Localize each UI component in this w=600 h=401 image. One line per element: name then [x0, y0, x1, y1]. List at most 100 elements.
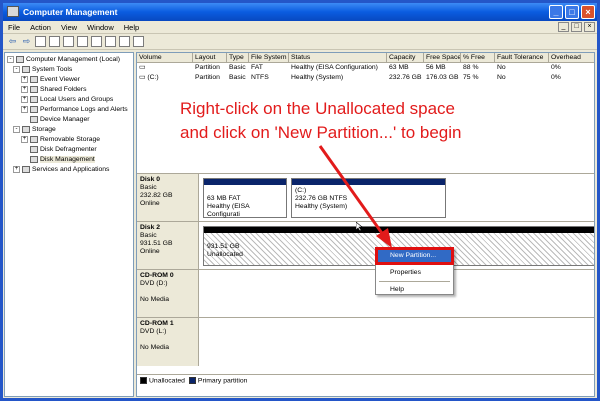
tree-node-icon [30, 155, 38, 163]
refresh-icon[interactable] [119, 36, 130, 47]
partition-status: Healthy (System) [295, 203, 348, 210]
tree-node[interactable]: + Performance Logs and Alerts [5, 105, 133, 115]
collapse-icon[interactable]: - [13, 125, 20, 133]
tree-node-label: Services and Applications [32, 166, 110, 173]
table-cell: Healthy (EISA Configuration) [291, 64, 378, 71]
menu-file[interactable]: File [3, 23, 25, 32]
col-layout[interactable]: Layout [193, 53, 227, 62]
col-volume[interactable]: Volume [137, 53, 193, 62]
collapse-icon[interactable]: - [13, 65, 20, 73]
expand-icon[interactable]: + [21, 95, 28, 103]
col-overhead[interactable]: Overhead [549, 53, 594, 62]
menu-help[interactable]: Help [119, 23, 144, 32]
back-arrow-icon[interactable]: ⇦ [7, 36, 18, 47]
properties-icon[interactable] [63, 36, 74, 47]
table-cell: No [497, 74, 506, 81]
disk-view-icon[interactable] [105, 36, 116, 47]
tree-node[interactable]: Disk Management [5, 155, 133, 165]
tree-node[interactable]: - Storage [5, 125, 133, 135]
window-title: Computer Management [23, 7, 118, 17]
disk-type: DVD (L:) [140, 328, 167, 335]
mdi-restore-button[interactable]: □ [571, 22, 582, 32]
col-percent-free[interactable]: % Free [461, 53, 495, 62]
col-free-space[interactable]: Free Space [424, 53, 461, 62]
disk-status: No Media [140, 344, 170, 351]
title-bar[interactable]: Computer Management _ □ × [3, 3, 597, 21]
table-cell: ▭ (C:) [139, 74, 159, 81]
table-row[interactable]: ▭ (C:) Partition Basic NTFS Healthy (System)… [137, 73, 594, 83]
forward-arrow-icon[interactable]: ⇨ [21, 36, 32, 47]
table-cell: Partition [195, 64, 220, 71]
menu-window[interactable]: Window [82, 23, 119, 32]
tree-node-label: Computer Management (Local) [26, 56, 121, 63]
help-icon[interactable] [77, 36, 88, 47]
maximize-button[interactable]: □ [565, 5, 579, 19]
partition-title [207, 235, 591, 243]
tree-node[interactable]: - System Tools [5, 65, 133, 75]
show-tree-icon[interactable] [49, 36, 60, 47]
expand-icon[interactable]: + [13, 165, 20, 173]
disk-row-disk-2[interactable]: Disk 2 Basic 931.51 GB Online 931.51 GB … [137, 221, 594, 270]
menu-separator [379, 264, 450, 265]
table-cell: FAT [251, 64, 263, 71]
tree-node[interactable]: - Computer Management (Local) [5, 55, 133, 65]
menu-item-new-partition[interactable]: New Partition... [375, 247, 454, 265]
tree-node[interactable]: + Event Viewer [5, 75, 133, 85]
col-type[interactable]: Type [227, 53, 249, 62]
disk-label[interactable]: Disk 2 Basic 931.51 GB Online [137, 222, 199, 270]
disk-name: Disk 0 [140, 176, 161, 183]
table-cell: 63 MB [389, 64, 409, 71]
disk-label[interactable]: CD-ROM 0 DVD (D:) No Media [137, 270, 199, 318]
table-cell: 75 % [463, 74, 479, 81]
volume-drive-icon: ▭ [139, 64, 146, 71]
legend-unallocated: Unallocated [140, 376, 185, 384]
partition-c[interactable]: (C:) 232.76 GB NTFS Healthy (System) [291, 178, 446, 218]
disk-row-cdrom-1[interactable]: CD-ROM 1 DVD (L:) No Media [137, 317, 594, 366]
col-fault-tolerance[interactable]: Fault Tolerance [495, 53, 549, 62]
tree-node[interactable]: + Local Users and Groups [5, 95, 133, 105]
table-cell: Healthy (System) [291, 74, 344, 81]
col-file-system[interactable]: File System [249, 53, 289, 62]
menu-view[interactable]: View [56, 23, 82, 32]
export-icon[interactable] [91, 36, 102, 47]
disk-status: Online [140, 200, 160, 207]
disk-label[interactable]: CD-ROM 1 DVD (L:) No Media [137, 318, 199, 366]
col-status[interactable]: Status [289, 53, 387, 62]
tree-node-icon [22, 165, 30, 173]
disk-type: Basic [140, 184, 157, 191]
disk-row-cdrom-0[interactable]: CD-ROM 0 DVD (D:) No Media [137, 269, 594, 318]
mdi-controls: _ □ × [558, 22, 595, 32]
computer-management-icon [7, 6, 19, 17]
tree-node[interactable]: Disk Defragmenter [5, 145, 133, 155]
partition-eisa[interactable]: 63 MB FAT Healthy (EISA Configurati [203, 178, 287, 218]
expand-icon[interactable]: + [21, 105, 28, 113]
tree-node[interactable]: Device Manager [5, 115, 133, 125]
expand-icon[interactable]: + [21, 75, 28, 83]
callout-line-1: Right-click on the Unallocated space [180, 99, 455, 118]
menu-item-help[interactable]: Help [376, 284, 453, 296]
tree-node[interactable]: + Services and Applications [5, 165, 133, 175]
up-folder-icon[interactable] [35, 36, 46, 47]
mdi-close-button[interactable]: × [584, 22, 595, 32]
close-button[interactable]: × [581, 5, 595, 19]
minimize-button[interactable]: _ [549, 5, 563, 19]
settings-icon[interactable] [133, 36, 144, 47]
tree-node[interactable]: + Removable Storage [5, 135, 133, 145]
disk-name: CD-ROM 0 [140, 272, 174, 279]
expand-icon[interactable]: + [21, 135, 28, 143]
table-row[interactable]: ▭ Partition Basic FAT Healthy (EISA Configu… [137, 63, 594, 73]
col-capacity[interactable]: Capacity [387, 53, 424, 62]
tree-node[interactable]: + Shared Folders [5, 85, 133, 95]
collapse-icon[interactable]: - [7, 55, 14, 63]
tree-node-label: Local Users and Groups [40, 96, 114, 103]
disk-label[interactable]: Disk 0 Basic 232.82 GB Online [137, 174, 199, 222]
disk-name: CD-ROM 1 [140, 320, 174, 327]
mdi-minimize-button[interactable]: _ [558, 22, 569, 32]
table-cell: 0% [551, 74, 561, 81]
menu-item-properties[interactable]: Properties [376, 267, 453, 279]
disk-row-disk-0[interactable]: Disk 0 Basic 232.82 GB Online 63 MB FAT … [137, 173, 594, 222]
legend: Unallocated Primary partition [137, 374, 594, 386]
menu-action[interactable]: Action [25, 23, 56, 32]
tree-node-icon [30, 145, 38, 153]
expand-icon[interactable]: + [21, 85, 28, 93]
